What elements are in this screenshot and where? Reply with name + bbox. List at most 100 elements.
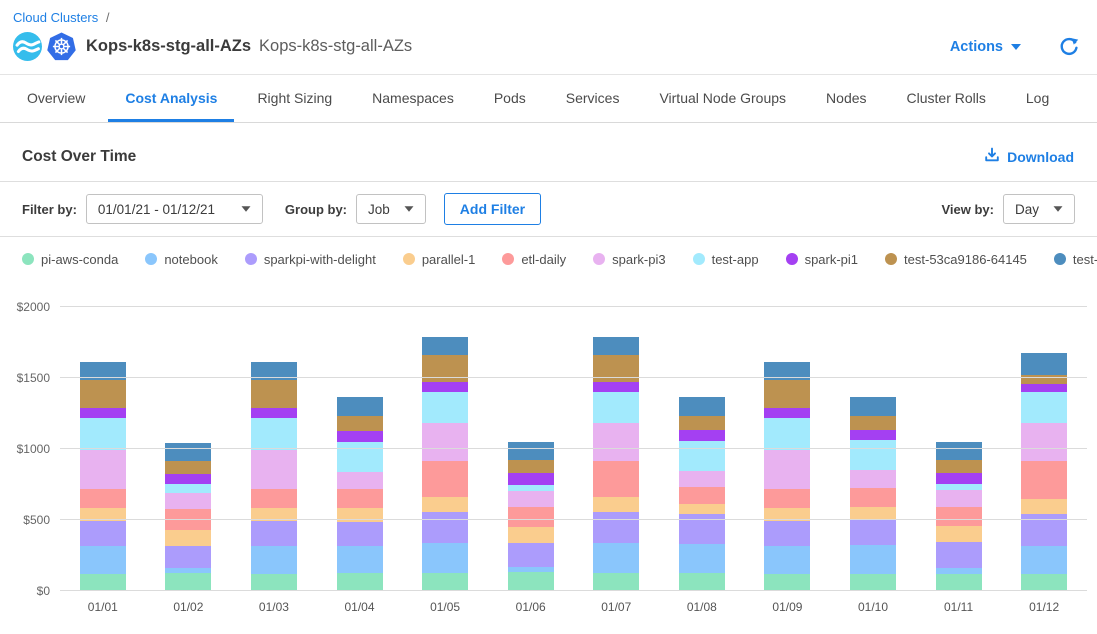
bar-01/03[interactable] [231,362,317,591]
bar-segment-parallel-1[interactable] [165,530,211,546]
bar-segment-test-pkix[interactable] [679,397,725,416]
add-filter-button[interactable]: Add Filter [444,193,541,225]
bar-segment-pi-aws-conda[interactable] [764,574,810,591]
bar-segment-test-53ca9186-64145[interactable] [764,380,810,408]
bar-segment-notebook[interactable] [337,546,383,573]
bar-segment-test-53ca9186-64145[interactable] [337,416,383,430]
bar-segment-spark-pi1[interactable] [165,474,211,484]
legend-item-notebook[interactable]: notebook [145,252,218,267]
bar-segment-spark-pi1[interactable] [593,382,639,392]
bar-segment-test-app[interactable] [850,440,896,471]
legend-item-pi-aws-conda[interactable]: pi-aws-conda [22,252,118,267]
bar-01/10[interactable] [830,397,916,591]
bar-segment-sparkpi-with-delight[interactable] [80,521,126,546]
bar-segment-sparkpi-with-delight[interactable] [936,542,982,568]
bar-segment-spark-pi3[interactable] [593,423,639,461]
bar-segment-parallel-1[interactable] [508,527,554,543]
bar-segment-pi-aws-conda[interactable] [80,574,126,591]
bar-segment-etl-daily[interactable] [679,487,725,505]
bar-segment-etl-daily[interactable] [508,507,554,527]
bar-01/11[interactable] [916,442,1002,591]
bar-segment-spark-pi3[interactable] [251,450,297,488]
bar-segment-parallel-1[interactable] [593,497,639,511]
tab-nodes[interactable]: Nodes [809,75,883,122]
bar-segment-test-pkix[interactable] [850,397,896,416]
tab-right-sizing[interactable]: Right Sizing [240,75,349,122]
bar-segment-etl-daily[interactable] [337,489,383,508]
bar-segment-spark-pi3[interactable] [165,493,211,509]
bar-segment-spark-pi3[interactable] [337,472,383,488]
bar-segment-test-53ca9186-64145[interactable] [679,416,725,430]
bar-segment-pi-aws-conda[interactable] [936,574,982,591]
bar-segment-notebook[interactable] [422,543,468,572]
bar-segment-spark-pi1[interactable] [764,408,810,418]
actions-button[interactable]: Actions [950,39,1021,55]
bar-segment-spark-pi3[interactable] [80,450,126,488]
bar-segment-test-53ca9186-64145[interactable] [1021,375,1067,384]
legend-item-etl-daily[interactable]: etl-daily [502,252,566,267]
bar-01/01[interactable] [60,362,146,591]
bar-segment-sparkpi-with-delight[interactable] [337,522,383,546]
bar-segment-sparkpi-with-delight[interactable] [508,543,554,567]
bar-segment-spark-pi3[interactable] [508,491,554,507]
bar-segment-etl-daily[interactable] [80,489,126,508]
bar-segment-test-pkix[interactable] [165,443,211,461]
tab-overview[interactable]: Overview [10,75,102,122]
bar-segment-parallel-1[interactable] [422,497,468,511]
bar-segment-spark-pi3[interactable] [850,470,896,488]
bar-segment-sparkpi-with-delight[interactable] [593,512,639,544]
bar-segment-spark-pi3[interactable] [1021,423,1067,461]
legend-item-sparkpi-with-delight[interactable]: sparkpi-with-delight [245,252,376,267]
bar-segment-pi-aws-conda[interactable] [679,573,725,591]
bar-segment-spark-pi1[interactable] [936,473,982,484]
bar-01/09[interactable] [745,362,831,591]
bar-segment-test-53ca9186-64145[interactable] [850,416,896,430]
bar-segment-spark-pi1[interactable] [337,431,383,442]
bar-segment-spark-pi1[interactable] [422,382,468,392]
bar-segment-test-app[interactable] [1021,392,1067,423]
bar-segment-notebook[interactable] [80,546,126,574]
bar-segment-test-app[interactable] [764,418,810,451]
tab-namespaces[interactable]: Namespaces [355,75,471,122]
bar-segment-notebook[interactable] [679,544,725,572]
bar-segment-test-53ca9186-64145[interactable] [251,380,297,408]
bar-segment-test-53ca9186-64145[interactable] [936,460,982,473]
bar-segment-pi-aws-conda[interactable] [337,573,383,591]
tab-services[interactable]: Services [549,75,637,122]
legend-item-spark-pi1[interactable]: spark-pi1 [786,252,858,267]
legend-item-spark-pi3[interactable]: spark-pi3 [593,252,665,267]
bar-segment-sparkpi-with-delight[interactable] [251,521,297,546]
bar-segment-sparkpi-with-delight[interactable] [422,512,468,544]
bar-01/02[interactable] [146,443,232,591]
bar-segment-parallel-1[interactable] [936,526,982,542]
legend-item-test-pkix[interactable]: test-pkix [1054,252,1097,267]
legend-item-test-app[interactable]: test-app [693,252,759,267]
bar-segment-etl-daily[interactable] [1021,461,1067,499]
bar-segment-notebook[interactable] [1021,546,1067,574]
bar-segment-pi-aws-conda[interactable] [251,574,297,591]
date-range-select[interactable]: 01/01/21 - 01/12/21 [86,194,263,224]
bar-segment-test-pkix[interactable] [508,442,554,460]
bar-segment-test-pkix[interactable] [337,397,383,417]
bar-01/05[interactable] [402,337,488,591]
bar-segment-spark-pi1[interactable] [80,408,126,418]
bar-01/06[interactable] [488,442,574,591]
bar-segment-test-pkix[interactable] [1021,353,1067,375]
bar-segment-test-pkix[interactable] [593,337,639,355]
bar-segment-test-53ca9186-64145[interactable] [165,461,211,474]
legend-item-parallel-1[interactable]: parallel-1 [403,252,475,267]
breadcrumb-link-cloud-clusters[interactable]: Cloud Clusters [13,10,98,25]
bar-segment-test-app[interactable] [165,484,211,493]
bar-segment-spark-pi1[interactable] [850,430,896,440]
bar-segment-test-app[interactable] [337,442,383,473]
refresh-icon[interactable] [1059,37,1079,57]
bar-segment-pi-aws-conda[interactable] [165,573,211,591]
tab-cost-analysis[interactable]: Cost Analysis [108,75,234,122]
bar-segment-test-app[interactable] [251,418,297,451]
bar-01/08[interactable] [659,397,745,591]
download-button[interactable]: Download [984,147,1074,166]
bar-segment-spark-pi1[interactable] [508,473,554,484]
bar-segment-parallel-1[interactable] [337,508,383,522]
bar-01/07[interactable] [573,337,659,591]
bar-segment-etl-daily[interactable] [593,461,639,497]
